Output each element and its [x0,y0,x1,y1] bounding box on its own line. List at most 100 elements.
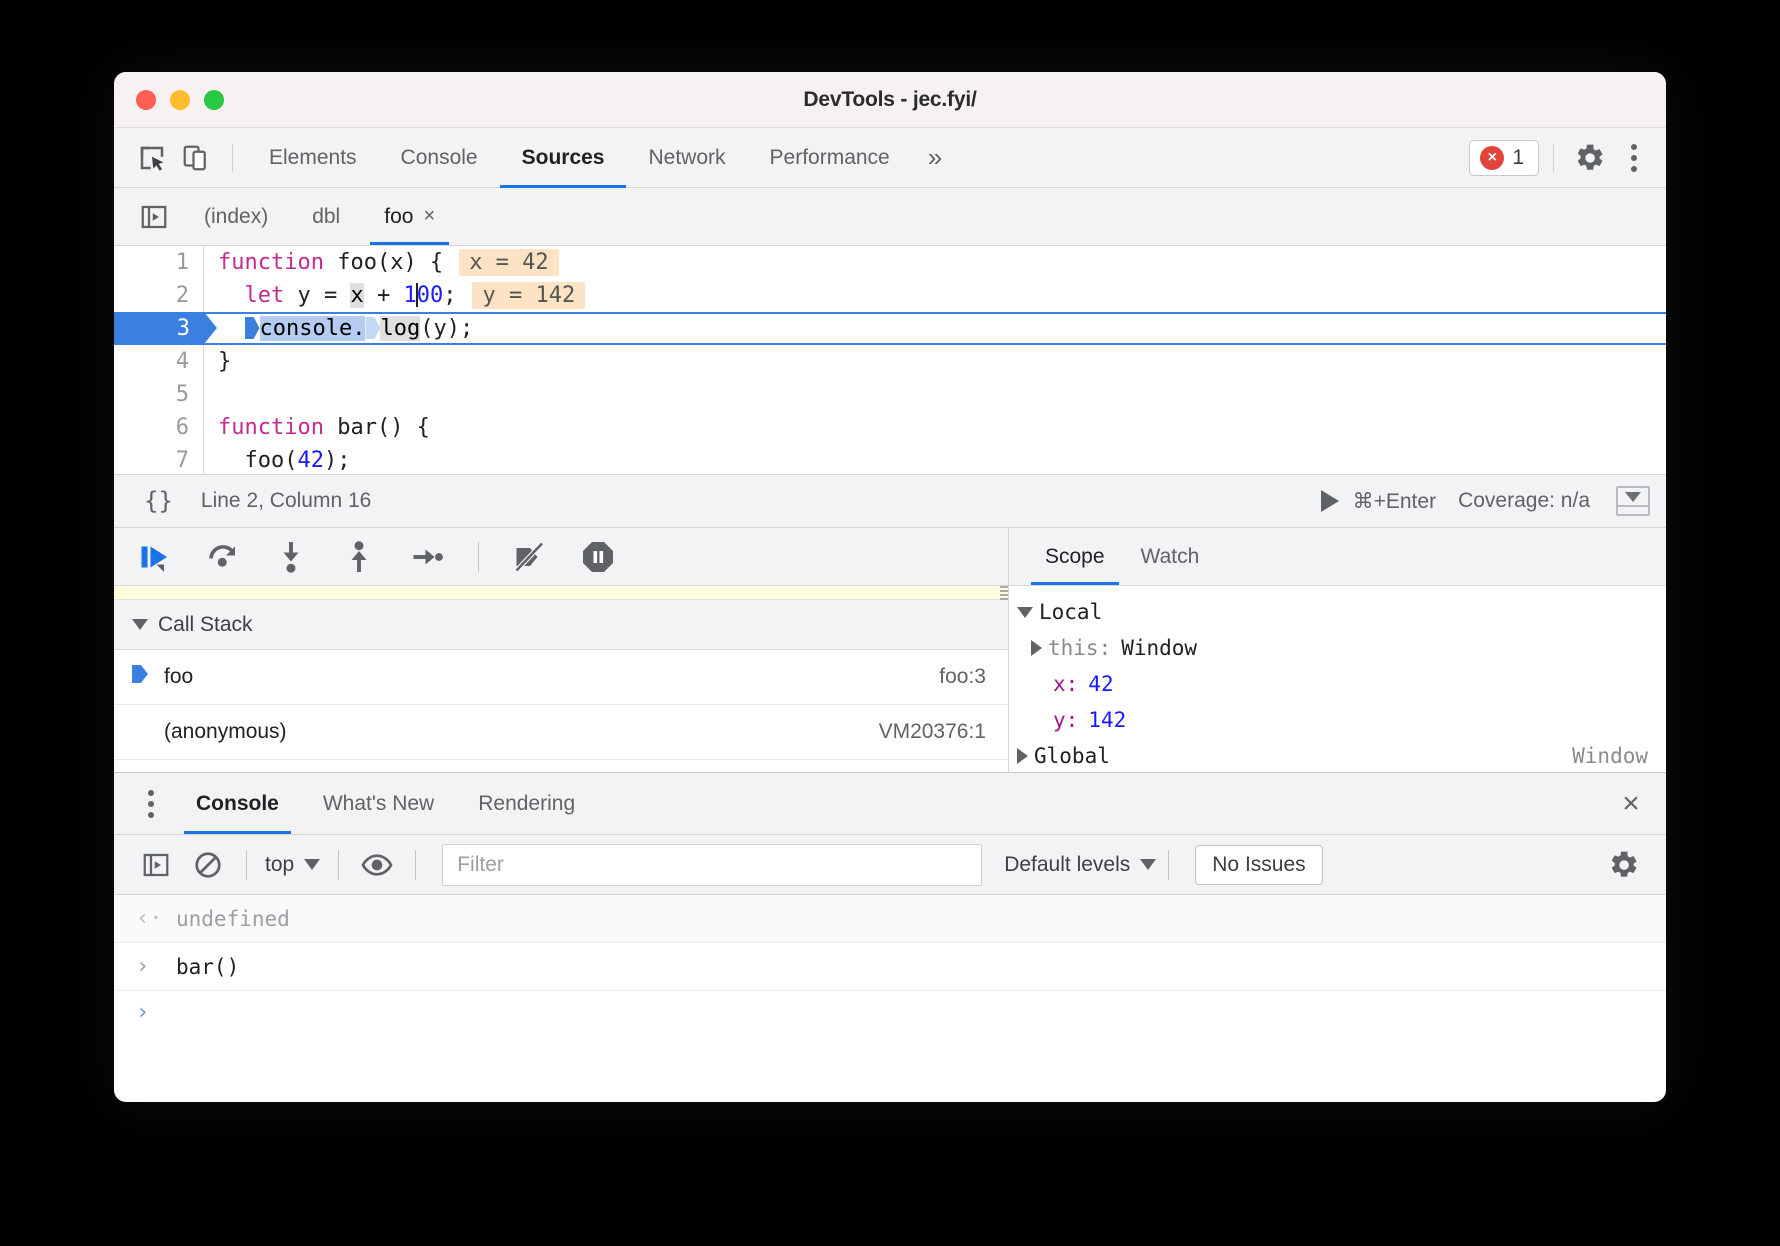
drawer-tab-console-label: Console [196,792,279,816]
line-number[interactable]: 1 [114,246,204,279]
clear-console-icon[interactable] [182,843,234,887]
filter-input[interactable]: Filter [442,844,982,886]
result-arrow-icon: ‹· [136,906,176,931]
file-tab-dbl[interactable]: dbl [290,188,362,245]
chevron-down-icon[interactable] [1017,607,1033,618]
close-drawer-icon[interactable]: × [1596,773,1666,834]
file-tab-index[interactable]: (index) [182,188,290,245]
tab-scope-label: Scope [1045,545,1105,569]
line-number[interactable]: 4 [114,345,204,378]
console-sidebar-icon[interactable] [130,843,182,887]
tab-watch[interactable]: Watch [1123,528,1218,585]
console-message-list: ‹· undefined › bar() › [114,895,1666,1033]
line-content: let y = x + 100;y = 142 [204,279,585,312]
drawer-tab-console[interactable]: Console [174,773,301,834]
list-item[interactable]: ‹· undefined [114,895,1666,943]
console-drawer: Console What's New Rendering × [114,772,1666,1033]
step-into-next-function-call-icon[interactable] [268,534,314,580]
scope-prop-value: 42 [1088,672,1113,696]
console-toolbar-divider [246,850,247,880]
line-number[interactable]: 7 [114,444,204,474]
drawer-tab-whats-new[interactable]: What's New [301,773,456,834]
close-icon[interactable]: × [423,205,435,228]
tab-performance-label: Performance [770,146,890,170]
step-over-next-function-call-icon[interactable] [200,534,246,580]
gear-icon[interactable] [1568,136,1612,180]
scope-row-global[interactable]: Global Window [1017,738,1666,772]
scope-name: Local [1039,600,1102,624]
console-toolbar-divider-2 [338,850,339,880]
scope-global-value: Window [1572,744,1666,768]
scope-row-local[interactable]: Local [1017,594,1666,630]
table-row[interactable]: foo foo:3 [114,650,1008,705]
tab-network[interactable]: Network [626,128,747,188]
log-levels-selector[interactable]: Default levels [1004,853,1156,877]
debugger-right-pane: Scope Watch Local this: Window [1009,528,1666,772]
window-titlebar: DevTools - jec.fyi/ [114,72,1666,128]
drawer-tab-rendering[interactable]: Rendering [456,773,597,834]
tab-watch-label: Watch [1141,545,1200,569]
play-icon [1321,490,1339,512]
chevron-down-icon [304,859,320,870]
run-shortcut-label: ⌘+Enter [1353,489,1436,514]
table-row[interactable]: (anonymous) VM20376:1 [114,705,1008,760]
call-stack-header[interactable]: Call Stack [114,600,1008,650]
code-line-4: 4 } [114,345,1666,378]
scope-row-this[interactable]: this: Window [1017,630,1666,666]
device-toolbar-icon[interactable] [174,136,218,180]
step-icon[interactable] [404,534,450,580]
chevron-right-icon[interactable] [1031,640,1042,656]
step-out-of-current-function-icon[interactable] [336,534,382,580]
line-number[interactable]: 6 [114,411,204,444]
chevron-right-icon[interactable] [1017,748,1028,764]
filter-placeholder: Filter [457,853,504,877]
live-expression-icon[interactable] [351,843,403,887]
error-count-badge[interactable]: × 1 [1469,140,1539,176]
window-title: DevTools - jec.fyi/ [114,88,1666,112]
breakpoint-marker-ghost-icon[interactable] [365,317,380,339]
tab-scope[interactable]: Scope [1027,528,1123,585]
list-item[interactable]: › bar() [114,943,1666,991]
tab-console[interactable]: Console [379,128,500,188]
show-navigator-icon[interactable] [126,188,182,245]
line-number[interactable]: 5 [114,378,204,411]
cursor-position-label: Line 2, Column 16 [201,489,371,513]
console-prompt[interactable]: › [114,991,1666,1033]
show-drawer-icon[interactable] [1616,486,1650,516]
devtools-main-toolbar: Elements Console Sources Network Perform… [114,128,1666,188]
more-panels-icon[interactable]: » [912,128,958,188]
scope-tree: Local this: Window x: 42 y: [1009,586,1666,772]
file-tab-index-label: (index) [204,205,268,229]
console-toolbar-divider-3 [415,850,416,880]
debugger-left-pane: Call Stack foo foo:3 (anonymous) VM20376… [114,528,1009,772]
console-message-text: bar() [176,955,239,979]
scope-row-y[interactable]: y: 142 [1017,702,1666,738]
inspect-element-icon[interactable] [130,136,174,180]
scope-row-x[interactable]: x: 42 [1017,666,1666,702]
coverage-label[interactable]: Coverage: n/a [1458,489,1590,513]
pause-on-exceptions-icon[interactable] [575,534,621,580]
file-tab-foo[interactable]: foo × [362,188,457,245]
issues-button[interactable]: No Issues [1195,845,1322,885]
console-settings-gear-icon[interactable] [1598,843,1650,887]
line-number[interactable]: 3 [114,312,204,345]
pretty-print-icon[interactable]: {} [130,487,187,515]
resume-script-execution-icon[interactable] [132,534,178,580]
line-number[interactable]: 2 [114,279,204,312]
code-editor[interactable]: 1 function foo(x) {x = 42 2 let y = x + … [114,246,1666,474]
deactivate-breakpoints-icon[interactable] [507,534,553,580]
breakpoint-marker-icon[interactable] [245,317,260,339]
more-panels-label: » [928,142,942,173]
code-line-6: 6 function bar() { [114,411,1666,444]
console-context-selector[interactable]: top [259,853,326,877]
call-frame-location: VM20376:1 [879,720,986,744]
kebab-menu-icon[interactable] [1612,136,1656,180]
tab-sources[interactable]: Sources [500,128,627,188]
tab-performance[interactable]: Performance [748,128,912,188]
more-tools-icon[interactable] [128,773,174,834]
file-tab-foo-label: foo [384,205,413,229]
tab-network-label: Network [648,146,725,170]
line-content: function bar() { [204,411,430,444]
tab-elements[interactable]: Elements [247,128,379,188]
run-snippet-button[interactable]: ⌘+Enter [1321,489,1436,514]
